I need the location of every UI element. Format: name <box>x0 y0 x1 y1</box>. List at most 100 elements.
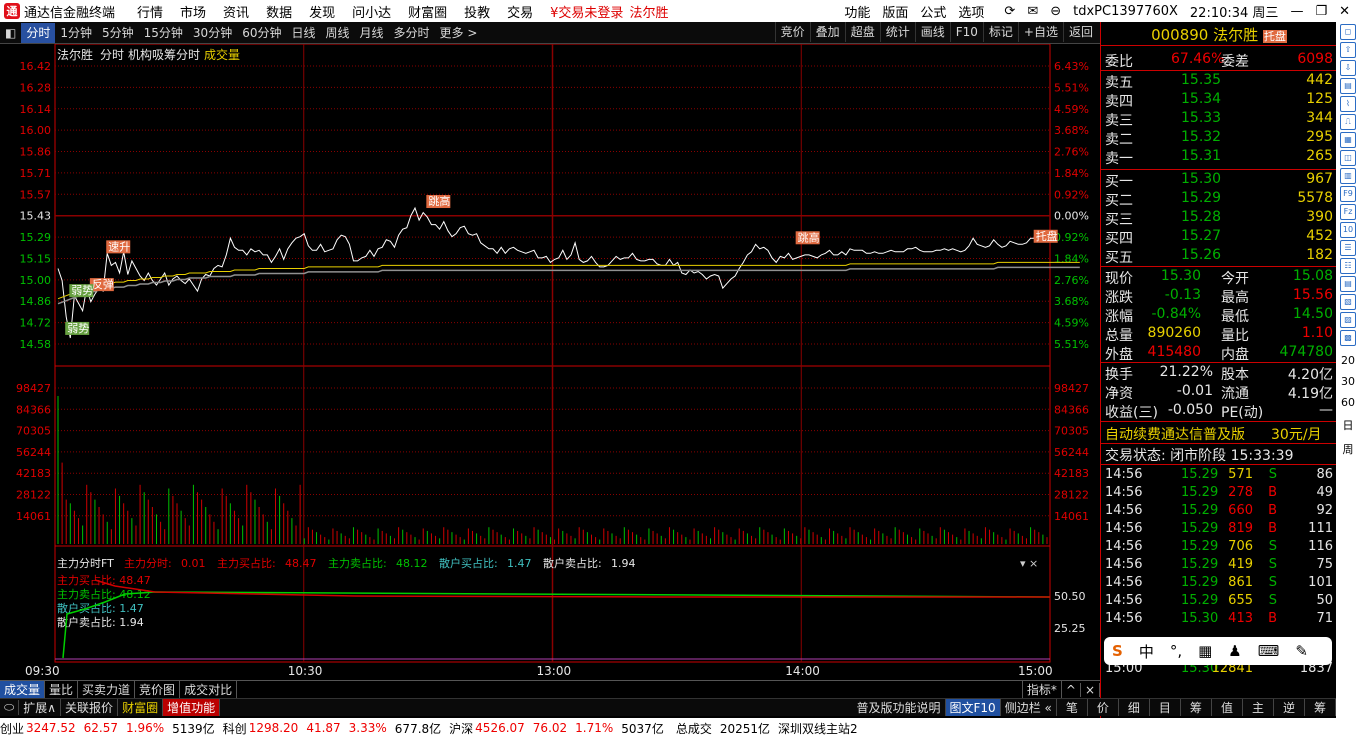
bid-row[interactable]: 买五 15.26 182 <box>1103 247 1335 266</box>
tab-period[interactable]: 1分钟 <box>55 23 97 43</box>
menu-item[interactable]: 选项 <box>958 2 984 21</box>
tab-period-more[interactable]: 更多 > <box>435 23 483 43</box>
menu-item[interactable]: 版面 <box>882 2 908 21</box>
sidebar-nav-icon[interactable]: ◻ <box>1340 24 1356 40</box>
menu-item[interactable]: 公式 <box>920 2 946 21</box>
promo-row[interactable]: 自动续费通达信普及版 30元/月 <box>1103 424 1335 443</box>
login-stock[interactable]: 法尔胜 <box>629 2 668 21</box>
index-name[interactable]: 科创 <box>223 720 247 737</box>
f10-button[interactable]: 图文F10 <box>945 699 1001 716</box>
sidebar-list-icon[interactable]: ▤ <box>1340 276 1356 292</box>
side-tab[interactable]: 细 <box>1119 699 1150 716</box>
close-button[interactable]: ✕ <box>1339 4 1350 19</box>
indicator-menu-button[interactable]: 指标* <box>1021 681 1062 698</box>
menu-item[interactable]: 投教 <box>464 2 490 21</box>
tab-period[interactable]: 周线 <box>321 23 355 43</box>
tab-period[interactable]: 60分钟 <box>237 23 286 43</box>
tab-indicator[interactable]: 成交对比 <box>180 681 238 698</box>
ime-logo-icon[interactable]: S <box>1112 642 1123 660</box>
side-tab[interactable]: 笔 <box>1057 699 1088 716</box>
ime-punct-icon[interactable]: °, <box>1170 642 1182 660</box>
chart-panel[interactable]: 法尔胜 分时 机构吸筹分时 成交量 16.42 6.43% 16.28 5.51% 16.14 4… <box>0 43 1100 680</box>
sidebar-chart-icon[interactable]: ◫ <box>1340 150 1356 166</box>
tool-button[interactable]: 画线 <box>914 22 950 42</box>
ask-row[interactable]: 卖三 15.33 344 <box>1103 110 1335 129</box>
promo-price[interactable]: 30元/月 <box>1271 424 1322 444</box>
tab-indicator[interactable]: 量比 <box>45 681 79 698</box>
bid-row[interactable]: 买四 15.27 452 <box>1103 228 1335 247</box>
side-tab[interactable]: 筹 <box>1305 699 1336 716</box>
sidebar-up-icon[interactable]: ⇧ <box>1340 42 1356 58</box>
index-name[interactable]: 创业 <box>0 720 24 737</box>
sidebar-chart-icon[interactable]: ⎍ <box>1340 114 1356 130</box>
close-indicator-button[interactable]: × <box>1081 682 1100 697</box>
tool-button[interactable]: 标记 <box>982 22 1018 42</box>
tab-period[interactable]: 月线 <box>355 23 389 43</box>
sidebar-chart-icon[interactable]: ⌇ <box>1340 96 1356 112</box>
tab-period[interactable]: 分时 <box>21 22 56 43</box>
bid-row[interactable]: 买一 15.30 967 <box>1103 171 1335 190</box>
minus-icon[interactable]: ⊖ <box>1050 4 1061 19</box>
tab-period[interactable]: 15分钟 <box>139 23 188 43</box>
ask-row[interactable]: 卖一 15.31 265 <box>1103 148 1335 167</box>
ime-lang-button[interactable]: 中 <box>1139 641 1154 662</box>
side-tab[interactable]: 值 <box>1212 699 1243 716</box>
value-added-button[interactable]: 增值功能 <box>163 699 221 716</box>
sidebar-list-icon[interactable]: ☷ <box>1340 258 1356 274</box>
minimize-button[interactable]: — <box>1290 4 1303 19</box>
menu-item[interactable]: 问小达 <box>352 2 391 21</box>
server-name[interactable]: 深圳双线主站2 <box>778 720 858 737</box>
tab-indicator[interactable]: 买卖力道 <box>78 681 136 698</box>
ask-row[interactable]: 卖五 15.35 442 <box>1103 72 1335 91</box>
tool-button[interactable]: 超盘 <box>844 22 880 42</box>
sidebar-f9-icon[interactable]: F9 <box>1340 186 1356 202</box>
wealth-circle-button[interactable]: 财富圈 <box>118 699 164 716</box>
mail-icon[interactable]: ✉ <box>1027 4 1038 19</box>
ime-tools-icon[interactable]: ⌨ <box>1258 642 1280 660</box>
bid-row[interactable]: 买二 15.29 5578 <box>1103 190 1335 209</box>
sidebar-f10-icon[interactable]: 10 <box>1340 222 1356 238</box>
panel-toggle-icon[interactable]: ◧ <box>0 23 21 43</box>
expand-button[interactable]: 扩展∧ <box>19 699 62 716</box>
tab-period[interactable]: 多分时 <box>389 23 435 43</box>
side-tab[interactable]: 目 <box>1150 699 1181 716</box>
menu-item[interactable]: 发现 <box>309 2 335 21</box>
menu-item[interactable]: 资讯 <box>223 2 249 21</box>
tab-indicator[interactable]: 竞价图 <box>135 681 181 698</box>
login-status[interactable]: ¥交易未登录 <box>550 2 623 21</box>
refresh-icon[interactable]: ⟳ <box>1004 4 1015 19</box>
tool-button[interactable]: 统计 <box>879 22 915 42</box>
side-tab[interactable]: 筹 <box>1181 699 1212 716</box>
promo-text[interactable]: 自动续费通达信普及版 <box>1105 424 1245 444</box>
index-name[interactable]: 沪深 <box>449 720 473 737</box>
sidebar-list-icon[interactable]: ▧ <box>1340 294 1356 310</box>
tool-button[interactable]: 竞价 <box>774 22 810 42</box>
menu-item[interactable]: 数据 <box>266 2 292 21</box>
sidebar-chart-icon[interactable]: ▦ <box>1340 132 1356 148</box>
bid-row[interactable]: 买三 15.28 390 <box>1103 209 1335 228</box>
menu-item[interactable]: 市场 <box>180 2 206 21</box>
edition-help-button[interactable]: 普及版功能说明 <box>852 699 946 716</box>
intraday-chart[interactable]: 法尔胜 分时 机构吸筹分时 成交量 16.42 6.43% 16.28 5.51% 16.14 4… <box>0 43 1100 680</box>
sidebar-toggle-button[interactable]: 侧边栏 « <box>1001 699 1057 716</box>
side-tab[interactable]: 逆 <box>1274 699 1305 716</box>
collapse-button[interactable]: ^ <box>1062 682 1081 697</box>
menu-item[interactable]: 行情 <box>137 2 163 21</box>
toggle-switch[interactable]: ⬭ <box>0 700 20 715</box>
menu-item[interactable]: 财富圈 <box>408 2 447 21</box>
tool-button[interactable]: F10 <box>949 22 983 42</box>
sidebar-list-icon[interactable]: ☰ <box>1340 240 1356 256</box>
tool-button[interactable]: +自选 <box>1017 22 1063 42</box>
side-tab[interactable]: 主 <box>1243 699 1274 716</box>
side-tab[interactable]: 价 <box>1088 699 1119 716</box>
ask-row[interactable]: 卖二 15.32 295 <box>1103 129 1335 148</box>
sidebar-down-icon[interactable]: ⇩ <box>1340 60 1356 76</box>
tab-indicator[interactable]: 成交量 <box>0 681 46 698</box>
restore-button[interactable]: ❐ <box>1315 4 1327 19</box>
tool-button[interactable]: 叠加 <box>809 22 845 42</box>
tab-period[interactable]: 日线 <box>286 23 320 43</box>
ask-row[interactable]: 卖四 15.34 125 <box>1103 91 1335 110</box>
ime-toolbar[interactable]: S 中 °, ▦ ♟ ⌨ ✎ <box>1104 637 1332 665</box>
sidebar-list-icon[interactable]: ▨ <box>1340 312 1356 328</box>
tool-button[interactable]: 返回 <box>1062 22 1098 42</box>
